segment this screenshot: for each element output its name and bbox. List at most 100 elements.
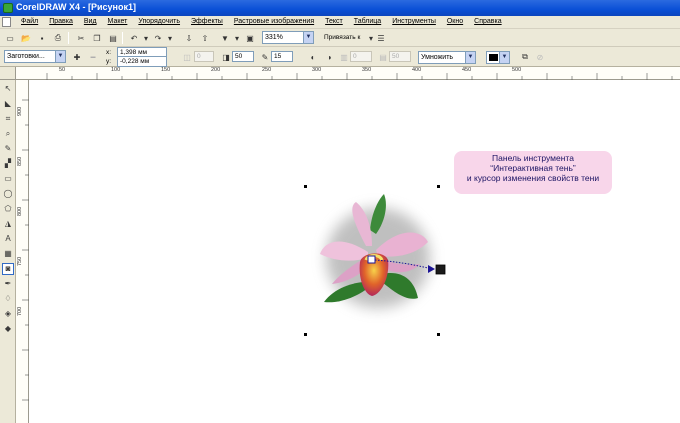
new-document-icon[interactable]: ▭ (3, 31, 17, 45)
cut-icon[interactable]: ✂ (74, 31, 88, 45)
transparency-mode-combo[interactable]: Умножить ▼ (418, 51, 476, 64)
zoom-tool-icon[interactable]: ⌕ (2, 128, 14, 140)
menu-file[interactable]: Файл (18, 18, 41, 25)
shadow-offset-y-value: -0,228 мм (120, 58, 150, 65)
menu-edit[interactable]: Правка (46, 18, 76, 25)
add-preset-icon[interactable]: ✚ (70, 50, 84, 64)
menu-tools[interactable]: Инструменты (389, 18, 439, 25)
open-folder-icon[interactable]: 📂 (19, 31, 33, 45)
remove-preset-icon[interactable]: ━ (86, 50, 100, 64)
menu-effects[interactable]: Эффекты (188, 18, 226, 25)
shadow-color-picker[interactable]: ▼ (486, 51, 510, 64)
shadow-opacity-value: 50 (235, 53, 243, 60)
preset-combo[interactable]: Заготовки... ▼ (4, 50, 66, 63)
preset-value: Заготовки... (7, 53, 45, 60)
welcome-screen-icon[interactable]: ▣ (243, 31, 257, 45)
coreldraw-app-icon[interactable] (3, 3, 13, 13)
redo-dropdown-icon[interactable]: ▾ (163, 31, 177, 45)
h-ruler-label: 300 (312, 67, 322, 73)
menu-bitmaps[interactable]: Растровые изображения (231, 18, 317, 25)
v-ruler-label: 850 (17, 156, 23, 166)
chevron-down-icon[interactable]: ▼ (55, 51, 65, 62)
shadow-offset-y-field[interactable]: -0,228 мм (117, 56, 167, 67)
interactive-shadow-tool-icon[interactable]: ◙ (2, 263, 14, 275)
shadow-stretch-icon[interactable]: ▤ (376, 50, 390, 64)
freehand-tool-icon[interactable]: ✎ (2, 143, 14, 155)
polygon-tool-icon[interactable]: ⬠ (2, 203, 14, 215)
export-icon[interactable]: ⇧ (198, 31, 212, 45)
basic-shapes-tool-icon[interactable]: ◮ (2, 218, 14, 230)
offset-y-label: y: (106, 58, 112, 65)
menu-bar: Файл Правка Вид Макет Упорядочить Эффект… (0, 16, 680, 29)
shape-tool-icon[interactable]: ◣ (2, 98, 14, 110)
shadow-stretch-field[interactable]: 50 (389, 51, 411, 62)
annotation-callout: Панель инструмента “Интерактивная тень” … (454, 151, 612, 194)
horizontal-ruler[interactable]: 50 100 150 200 250 300 350 400 450 500 (16, 67, 680, 80)
shadow-feather-value: 15 (274, 53, 282, 60)
chevron-down-icon[interactable]: ▼ (303, 32, 313, 43)
menu-window[interactable]: Окно (444, 18, 466, 25)
shadow-fade-value: 0 (353, 53, 357, 60)
shadow-angle-icon[interactable]: ◫ (180, 50, 194, 64)
chevron-down-icon[interactable]: ▼ (499, 52, 509, 63)
shadow-opacity-field[interactable]: 50 (232, 51, 254, 62)
h-ruler-label: 400 (412, 67, 422, 73)
toolbox: ↖ ◣ ⌗ ⌕ ✎ ▞ ▭ ◯ ⬠ ◮ A ▦ ◙ ✒ ♢ ◈ ◆ (0, 80, 16, 423)
ruler-origin[interactable] (0, 67, 16, 80)
vertical-ruler[interactable]: 900 850 800 750 700 (16, 80, 29, 423)
shadow-angle-field[interactable]: 0 (194, 51, 214, 62)
options-icon[interactable]: ☰ (374, 31, 388, 45)
property-bar: Заготовки... ▼ ✚ ━ x: y: 1,398 мм -0,228… (0, 47, 680, 67)
paste-icon[interactable]: ▤ (106, 31, 120, 45)
selection-handle[interactable] (437, 333, 440, 336)
copy-shadow-properties-icon[interactable]: ⧉ (518, 50, 532, 64)
interactive-fill-tool-icon[interactable]: ◆ (2, 323, 14, 335)
h-ruler-label: 450 (462, 67, 472, 73)
shadow-opacity-icon[interactable]: ◨ (219, 50, 233, 64)
callout-line-1: Панель инструмента (492, 153, 574, 163)
document-icon[interactable] (2, 17, 11, 27)
table-tool-icon[interactable]: ▦ (2, 248, 14, 260)
h-ruler-label: 350 (362, 67, 372, 73)
toolbar-separator (68, 32, 69, 44)
pick-tool-icon[interactable]: ↖ (2, 83, 14, 95)
crop-tool-icon[interactable]: ⌗ (2, 113, 14, 125)
selection-handle[interactable] (304, 185, 307, 188)
shadow-start-handle[interactable] (367, 255, 376, 264)
zoom-level-combo[interactable]: 331% ▼ (262, 31, 314, 44)
text-tool-icon[interactable]: A (2, 233, 14, 245)
menu-help[interactable]: Справка (471, 18, 504, 25)
feather-edges-icon[interactable]: ◑ (322, 50, 336, 64)
launcher-dropdown-icon[interactable]: ▾ (230, 31, 244, 45)
menu-text[interactable]: Текст (322, 18, 346, 25)
clear-shadow-icon[interactable]: ⊘ (533, 50, 547, 64)
menu-table[interactable]: Таблица (351, 18, 384, 25)
selection-handle[interactable] (437, 185, 440, 188)
copy-icon[interactable]: ❐ (90, 31, 104, 45)
chevron-down-icon[interactable]: ▼ (465, 52, 475, 63)
feather-direction-icon[interactable]: ◐ (306, 50, 320, 64)
menu-view[interactable]: Вид (81, 18, 100, 25)
ellipse-tool-icon[interactable]: ◯ (2, 188, 14, 200)
outline-tool-icon[interactable]: ♢ (2, 293, 14, 305)
shadow-vector[interactable] (364, 254, 450, 280)
shadow-angle-value: 0 (197, 53, 201, 60)
rectangle-tool-icon[interactable]: ▭ (2, 173, 14, 185)
save-icon[interactable]: ▪ (35, 31, 49, 45)
menu-layout[interactable]: Макет (105, 18, 131, 25)
smart-fill-tool-icon[interactable]: ▞ (2, 158, 14, 170)
snap-to-label[interactable]: Привязать к (324, 34, 360, 41)
shadow-fade-field[interactable]: 0 (350, 51, 372, 62)
menu-arrange[interactable]: Упорядочить (135, 18, 183, 25)
shadow-end-handle[interactable] (435, 264, 446, 275)
callout-line-3: и курсор изменения свойств тени (466, 173, 600, 183)
shadow-feather-field[interactable]: 15 (271, 51, 293, 62)
shadow-feather-icon[interactable]: ✎ (258, 50, 272, 64)
shadow-fade-icon[interactable]: ▥ (337, 50, 351, 64)
eyedropper-tool-icon[interactable]: ✒ (2, 278, 14, 290)
print-icon[interactable]: ⎙ (51, 31, 65, 45)
title-bar: CorelDRAW X4 - [Рисунок1] (0, 0, 680, 16)
fill-tool-icon[interactable]: ◈ (2, 308, 14, 320)
selection-handle[interactable] (304, 333, 307, 336)
import-icon[interactable]: ⇩ (182, 31, 196, 45)
